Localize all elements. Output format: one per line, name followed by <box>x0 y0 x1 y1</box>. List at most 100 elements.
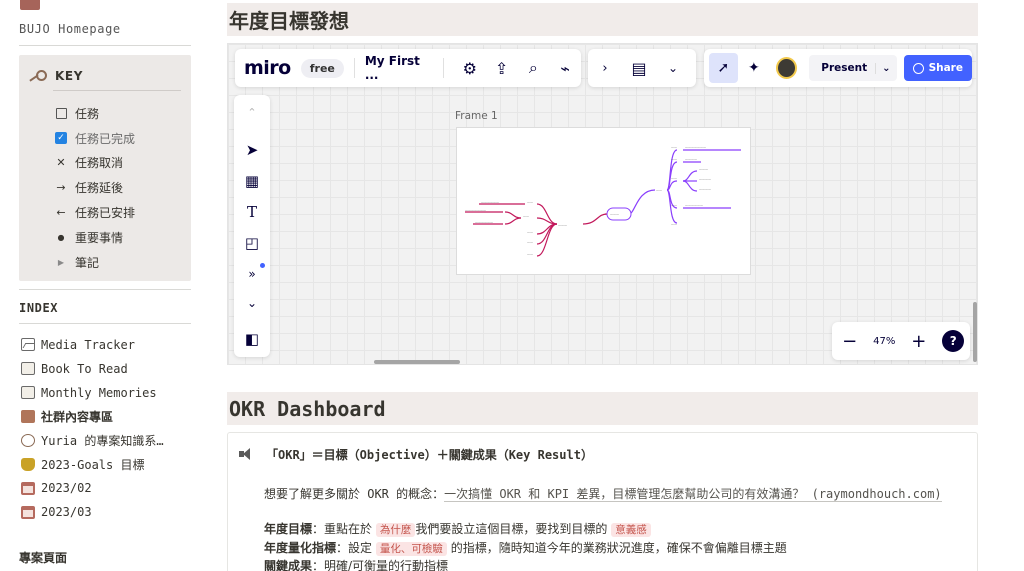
key-icon <box>27 69 47 83</box>
index-item-monthly-memories[interactable]: Monthly Memories <box>21 381 164 405</box>
home-link[interactable]: BUJO Homepage <box>19 22 121 36</box>
callout-line-key-results: 關鍵成果：明確/可衡量的行動指標 <box>264 557 448 571</box>
key-item-label: 任務延後 <box>75 181 124 196</box>
svg-text:———: ——— <box>699 167 708 171</box>
index-item-2023-goals[interactable]: 2023-Goals 目標 <box>21 452 164 476</box>
key-item-label: 任務 <box>75 106 100 121</box>
index-item-label[interactable]: Media Tracker <box>41 338 135 352</box>
celebrate-icon[interactable]: ✦ <box>738 51 770 85</box>
line-label: 年度量化指標 <box>264 541 337 555</box>
help-button[interactable]: ? <box>942 330 965 352</box>
avatar[interactable] <box>776 57 798 79</box>
index-item-label[interactable]: Monthly Memories <box>41 386 157 400</box>
trophy-icon <box>21 457 35 471</box>
share-button[interactable]: Share <box>903 55 972 81</box>
vertical-scrollbar[interactable] <box>973 302 977 362</box>
chevron-double-down-icon[interactable]: ⌄ <box>656 51 690 85</box>
okr-article-link[interactable]: 一次搞懂 OKR 和 KPI 差異，目標管理怎麼幫助公司的有效溝通？ (raym… <box>444 487 942 502</box>
frame-icon[interactable]: ▦ <box>234 168 270 194</box>
settings-icon[interactable]: ⚙ <box>454 51 486 85</box>
callout-line-metrics: 年度量化指標：設定 量化、可檢驗 的指標，隨時知道今年的業務狀況進度，確保不會偏… <box>264 539 787 556</box>
index-item-label[interactable]: 2023/02 <box>41 481 92 495</box>
chart-icon <box>21 338 35 352</box>
svg-text:——: —— <box>671 176 677 180</box>
globe-icon <box>912 62 924 74</box>
share-label: Share <box>928 62 963 74</box>
line-label: 年度目標 <box>264 522 313 536</box>
zoom-out-button[interactable]: − <box>838 331 862 352</box>
svg-text:——: —— <box>527 200 533 204</box>
sticky-note-icon[interactable]: ◰ <box>234 230 270 256</box>
index-item-label[interactable]: Book To Read <box>41 362 128 376</box>
index-item-book-to-read[interactable]: Book To Read <box>21 357 164 381</box>
zoom-in-button[interactable]: + <box>907 331 931 352</box>
miro-mid-toolbar: › ▤ ⌄ <box>588 49 696 87</box>
callout-line-goal: 年度目標：重點在於 為什麼 我們要設立這個目標，要找到目標的 意義感 <box>264 520 651 537</box>
present-button[interactable]: Present ⌄ <box>809 55 897 81</box>
intro-prefix: 想要了解更多關於 OKR 的概念： <box>264 487 445 501</box>
board-name[interactable]: My First ... <box>365 54 433 82</box>
cursor-icon[interactable]: ➤ <box>234 137 270 163</box>
checkbox-empty-icon[interactable] <box>55 107 67 119</box>
index-item-label[interactable]: 社群內容專區 <box>41 408 113 425</box>
plug-icon[interactable]: ⌁ <box>549 51 581 85</box>
key-item-scheduled: ← 任務已安排 <box>55 200 135 225</box>
mindmap-drawing: ——— ——— —— —— —— —— —— —— ——————— ———— —… <box>465 145 741 257</box>
miro-logo[interactable]: miro <box>244 57 291 79</box>
key-item-done: ✓ 任務已完成 <box>55 126 135 151</box>
key-divider <box>53 90 181 91</box>
frame-label[interactable]: Frame 1 <box>455 110 498 122</box>
index-item-label[interactable]: Yuria 的專案知識系… <box>41 432 164 449</box>
index-item-label[interactable]: 2023-Goals 目標 <box>41 456 144 473</box>
key-item-label: 筆記 <box>75 255 100 270</box>
mindmap-frame[interactable]: ——— ——— —— —— —— —— —— —— ——————— ———— —… <box>456 127 751 275</box>
index-item-community[interactable]: 社群內容專區 <box>21 405 164 429</box>
zoom-controls: − 47% + ? <box>832 322 970 360</box>
panel-toggle-icon[interactable]: ◧ <box>234 326 270 352</box>
notes-icon[interactable]: ▤ <box>622 51 656 85</box>
goals-heading: 年度目標發想 <box>229 9 349 33</box>
calendar-icon <box>21 481 35 495</box>
image-icon <box>21 362 35 376</box>
divider <box>442 58 444 78</box>
chevron-down-icon[interactable]: ⌄ <box>875 62 896 74</box>
svg-text:——: —— <box>671 157 677 161</box>
box-icon <box>21 410 35 424</box>
key-item-task: 任務 <box>55 101 135 126</box>
svg-text:———————: ——————— <box>685 145 706 149</box>
key-list: 任務 ✓ 任務已完成 ✕ 任務取消 → 任務延後 ← 任務已安排 ● 重要事情 <box>55 101 135 275</box>
miro-embed[interactable]: miro free My First ... ⚙ ⇪ ⌕ ⌁ › ▤ ⌄ ➚ ✦… <box>227 43 978 365</box>
chevron-double-down-icon[interactable]: ⌄ <box>234 290 270 316</box>
svg-text:——: —— <box>671 145 677 149</box>
pin-icon <box>21 434 35 447</box>
index-item-yuria-knowledge[interactable]: Yuria 的專案知識系… <box>21 429 164 453</box>
okr-heading: OKR Dashboard <box>229 396 386 421</box>
svg-text:————: ———— <box>699 187 711 191</box>
index-item-media-tracker[interactable]: Media Tracker <box>21 333 164 357</box>
cursor-select-icon[interactable]: ➚ <box>709 53 738 83</box>
callout-intro: 想要了解更多關於 OKR 的概念：一次搞懂 OKR 和 KPI 差異，目標管理怎… <box>264 485 942 502</box>
index-item-label[interactable]: 2023/03 <box>41 505 92 519</box>
chevron-up-icon[interactable]: ⌃ <box>234 99 270 125</box>
key-item-label: 任務已安排 <box>75 206 136 221</box>
index-item-2023-02[interactable]: 2023/02 <box>21 476 164 500</box>
key-item-note: ▶ 筆記 <box>55 250 135 275</box>
svg-text:——: —— <box>527 252 533 256</box>
text-icon[interactable]: T <box>234 199 270 225</box>
svg-text:————: ———— <box>699 177 711 181</box>
key-header: KEY <box>27 69 83 83</box>
checkbox-checked-icon[interactable]: ✓ <box>55 132 67 145</box>
key-item-cancelled: ✕ 任務取消 <box>55 151 135 176</box>
upload-icon[interactable]: ⇪ <box>486 51 518 85</box>
plan-badge[interactable]: free <box>300 58 344 78</box>
zoom-level[interactable]: 47% <box>873 336 895 347</box>
search-icon[interactable]: ⌕ <box>517 51 549 85</box>
triangle-right-icon[interactable]: ▶ <box>55 258 67 267</box>
svg-text:——: —— <box>656 188 662 192</box>
chevron-right-icon[interactable]: › <box>588 51 622 85</box>
index-item-2023-03[interactable]: 2023/03 <box>21 500 164 524</box>
svg-text:————: ———— <box>685 157 697 161</box>
horizontal-scrollbar[interactable] <box>374 360 460 364</box>
bullet-icon: ● <box>57 232 65 242</box>
okr-callout: 「OKR」＝目標（Objective）＋關鍵成果（Key Result） 想要了… <box>227 432 978 571</box>
